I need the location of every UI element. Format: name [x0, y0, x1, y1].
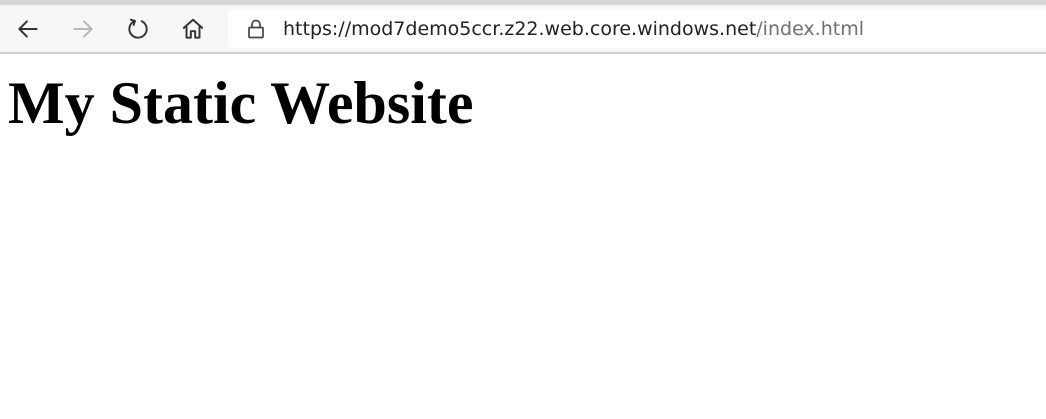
url-text[interactable]: https://mod7demo5ccr.z22.web.core.window…: [283, 17, 864, 41]
page-heading: My Static Website: [8, 70, 474, 136]
home-button[interactable]: [176, 12, 210, 46]
forward-button[interactable]: [66, 12, 100, 46]
toolbar-divider: [0, 52, 1046, 54]
forward-arrow-icon: [73, 20, 93, 38]
home-icon: [182, 18, 204, 39]
browser-toolbar: https://mod7demo5ccr.z22.web.core.window…: [0, 0, 1046, 54]
url-domain: https://mod7demo5ccr.z22.web.core.window…: [283, 18, 757, 40]
window-top-border: [0, 0, 1046, 5]
back-button[interactable]: [11, 12, 45, 46]
lock-icon[interactable]: [244, 17, 268, 41]
refresh-button[interactable]: [121, 12, 155, 46]
address-bar[interactable]: https://mod7demo5ccr.z22.web.core.window…: [228, 10, 1046, 48]
back-arrow-icon: [18, 20, 38, 38]
url-path: /index.html: [756, 18, 864, 40]
refresh-icon: [128, 18, 148, 39]
